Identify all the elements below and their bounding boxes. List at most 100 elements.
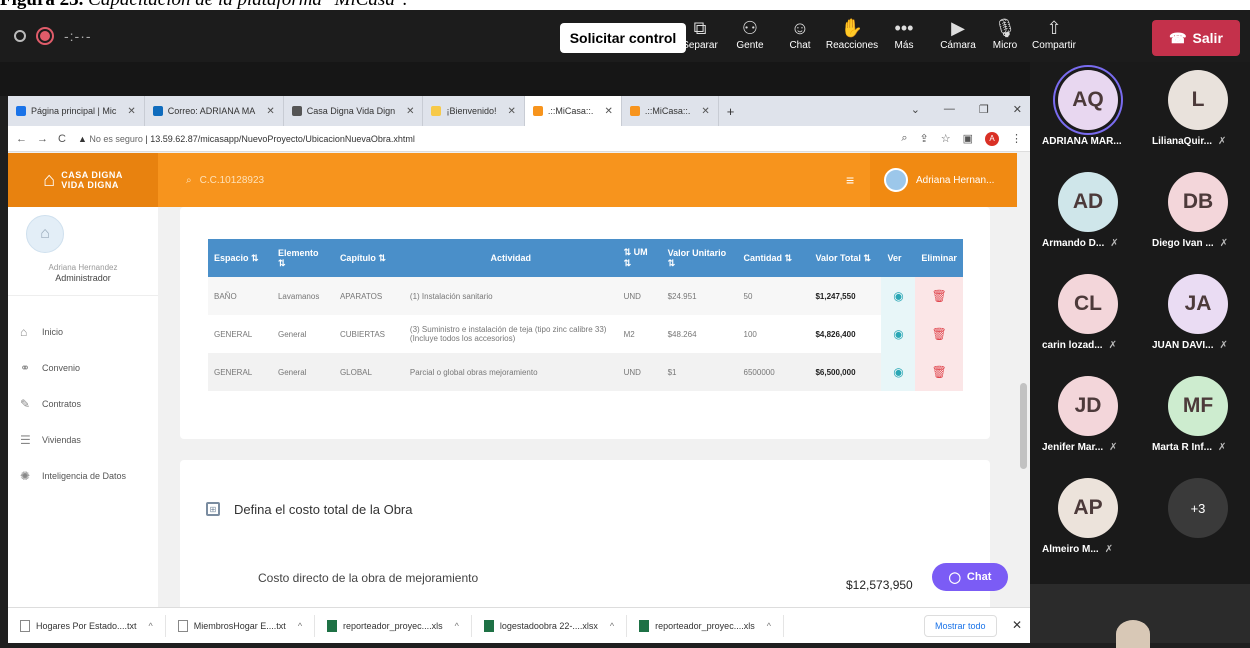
delete-trash-icon[interactable]: 🗑 xyxy=(915,353,963,391)
participant-tile[interactable]: MF Marta R Inf... ✗ xyxy=(1140,368,1250,470)
column-header[interactable]: Ver xyxy=(881,239,916,277)
pen-icon: ✎ xyxy=(20,397,31,411)
participant-name: JUAN DAVI... ✗ xyxy=(1140,340,1250,351)
app-logo[interactable]: ⌂ CASA DIGNA VIDA DIGNA xyxy=(8,153,158,207)
tab-close-icon[interactable]: ✕ xyxy=(127,106,135,117)
participant-tile[interactable]: +3 xyxy=(1140,470,1250,572)
column-header[interactable]: Cantidad ⇅ xyxy=(737,239,810,277)
page-scrollbar[interactable] xyxy=(1017,153,1030,643)
tab-label: Casa Digna Vida Dign xyxy=(306,106,396,116)
new-tab-button[interactable]: + xyxy=(719,96,743,126)
sidebar-item-inteligencia[interactable]: ✺ Inteligencia de Datos xyxy=(20,469,126,483)
tab-label: .::MiCasa::. xyxy=(644,106,691,116)
participant-tile[interactable]: JA JUAN DAVI... ✗ xyxy=(1140,266,1250,368)
tab-close-icon[interactable]: ✕ xyxy=(508,106,516,117)
close-downloads-icon[interactable]: ✕ xyxy=(1012,618,1022,632)
browser-tab[interactable]: Casa Digna Vida Dign ✕ xyxy=(284,96,424,126)
request-control-button[interactable]: Solicitar control xyxy=(560,23,686,53)
forward-icon[interactable]: → xyxy=(37,133,48,145)
column-header[interactable]: Actividad xyxy=(403,239,618,277)
participant-name-text: ADRIANA MAR... xyxy=(1042,136,1122,147)
browser-tab[interactable]: .::MiCasa::. ✕ xyxy=(524,96,622,126)
view-eye-icon[interactable]: ◉ xyxy=(881,277,916,315)
browser-tab[interactable]: ¡Bienvenido! ✕ xyxy=(423,96,525,126)
download-item[interactable]: reporteador_proyec....xls ^ xyxy=(315,614,472,637)
browser-tab[interactable]: Página principal | Mic ✕ xyxy=(8,96,145,126)
address-bar[interactable]: ← → C ▲ No es seguro | 13.59.62.87/micasap… xyxy=(8,126,1030,152)
download-item[interactable]: MiembrosHogar E....txt ^ xyxy=(166,614,316,637)
column-header[interactable]: Eliminar xyxy=(915,239,963,277)
leave-button[interactable]: ☎ Salir xyxy=(1152,20,1240,56)
table-row: GENERAL General CUBIERTAS (3) Suministro e … xyxy=(208,315,963,353)
self-video-tile xyxy=(1030,584,1250,648)
column-header[interactable]: Espacio ⇅ xyxy=(208,239,272,277)
view-eye-icon[interactable]: ◉ xyxy=(881,315,916,353)
column-header[interactable]: Elemento ⇅ xyxy=(271,239,334,277)
table-row: GENERAL General GLOBAL Parcial o global obr… xyxy=(208,353,963,391)
participant-tile[interactable]: JD Jenifer Mar... ✗ xyxy=(1030,368,1140,470)
timer-icon: -:-·- xyxy=(64,28,92,44)
star-icon[interactable]: ☆ xyxy=(941,132,951,145)
back-icon[interactable]: ← xyxy=(16,133,27,145)
toolbar-micro-button[interactable]: 🎙 Micro xyxy=(979,16,1031,51)
participant-tile[interactable]: DB Diego Ivan ... ✗ xyxy=(1140,164,1250,266)
column-header[interactable]: Capítulo ⇅ xyxy=(333,239,404,277)
maximize-icon[interactable]: ❐ xyxy=(979,103,989,116)
chevron-up-icon[interactable]: ^ xyxy=(298,621,302,631)
delete-trash-icon[interactable]: 🗑 xyxy=(915,277,963,315)
close-icon[interactable]: ✕ xyxy=(1013,103,1022,116)
chat-button[interactable]: ◯ Chat xyxy=(932,563,1008,591)
toolbar-gente-button[interactable]: ⚇ Gente xyxy=(724,16,776,51)
participant-tile[interactable]: AP Almeiro M... ✗ xyxy=(1030,470,1140,572)
toolbar-cmara-button[interactable]: ▶ Cámara xyxy=(932,16,984,51)
column-header[interactable]: ⇅ UM ⇅ xyxy=(617,239,662,277)
column-header[interactable]: Valor Unitario ⇅ xyxy=(661,239,738,277)
zoom-icon[interactable]: ⌕ xyxy=(901,132,907,145)
participant-tile[interactable]: L LilianaQuir... ✗ xyxy=(1140,62,1250,164)
delete-trash-icon[interactable]: 🗑 xyxy=(915,315,963,353)
reload-icon[interactable]: C xyxy=(58,133,66,145)
sidebar-item-inicio[interactable]: ⌂ Inicio xyxy=(20,325,63,339)
search-bar[interactable]: ⌕ C.C.10128923 xyxy=(186,175,264,186)
toolbar-label: Chat xyxy=(789,40,811,51)
chevron-up-icon[interactable]: ^ xyxy=(610,621,614,631)
chevron-up-icon[interactable]: ^ xyxy=(149,621,153,631)
chevron-up-icon[interactable]: ^ xyxy=(455,621,459,631)
sidebar-item-contratos[interactable]: ✎ Contratos xyxy=(20,397,81,411)
menu-kebab-icon[interactable]: ⋮ xyxy=(1011,132,1022,145)
sidebar-item-convenio[interactable]: ⚭ Convenio xyxy=(20,361,80,375)
user-menu[interactable]: Adriana Hernan... xyxy=(870,153,1017,207)
tab-close-icon[interactable]: ✕ xyxy=(701,106,709,117)
sidepanel-icon[interactable]: ▣ xyxy=(963,132,973,145)
browser-tab[interactable]: .::MiCasa::. ✕ xyxy=(622,96,719,126)
tab-close-icon[interactable]: ✕ xyxy=(604,106,612,117)
participant-tile[interactable]: AQ ADRIANA MAR... xyxy=(1030,62,1140,164)
participant-tile[interactable]: CL carin lozad... ✗ xyxy=(1030,266,1140,368)
profile-avatar[interactable]: A xyxy=(985,131,999,146)
sidebar-item-viviendas[interactable]: ☰ Viviendas xyxy=(20,433,81,447)
tab-close-icon[interactable]: ✕ xyxy=(406,106,414,117)
toolbar-compartir-button[interactable]: ⇧ Compartir xyxy=(1028,16,1080,51)
toolbar-reacciones-button[interactable]: ✋ Reacciones xyxy=(826,16,878,51)
browser-tab[interactable]: Correo: ADRIANA MA ✕ xyxy=(145,96,284,126)
download-item[interactable]: Hogares Por Estado....txt ^ xyxy=(8,614,166,637)
toolbar-chat-button[interactable]: ☺ Chat xyxy=(774,16,826,51)
minimize-icon[interactable]: — xyxy=(944,103,955,116)
share-page-icon[interactable]: ⇪ xyxy=(920,132,929,145)
mic-muted-icon: ✗ xyxy=(1218,136,1227,147)
table-cell: 50 xyxy=(737,277,810,315)
view-eye-icon[interactable]: ◉ xyxy=(881,353,916,391)
participant-name: ADRIANA MAR... xyxy=(1030,136,1140,147)
toolbar-separar-button[interactable]: ⧉ Separar xyxy=(674,16,726,51)
toolbar-ms-button[interactable]: ••• Más xyxy=(878,16,930,51)
participant-tile[interactable]: AD Armando D... ✗ xyxy=(1030,164,1140,266)
column-header[interactable]: Valor Total ⇅ xyxy=(809,239,882,277)
participant-name: LilianaQuir... ✗ xyxy=(1140,136,1250,147)
tab-search-icon[interactable]: ⌄ xyxy=(911,103,920,116)
tab-close-icon[interactable]: ✕ xyxy=(266,106,274,117)
show-all-downloads-button[interactable]: Mostrar todo xyxy=(924,615,997,637)
download-item[interactable]: reporteador_proyec....xls ^ xyxy=(627,614,784,637)
chevron-up-icon[interactable]: ^ xyxy=(767,621,771,631)
hamburger-menu-icon[interactable]: ≡ xyxy=(846,172,854,188)
download-item[interactable]: logestadoobra 22-....xlsx ^ xyxy=(472,614,628,637)
